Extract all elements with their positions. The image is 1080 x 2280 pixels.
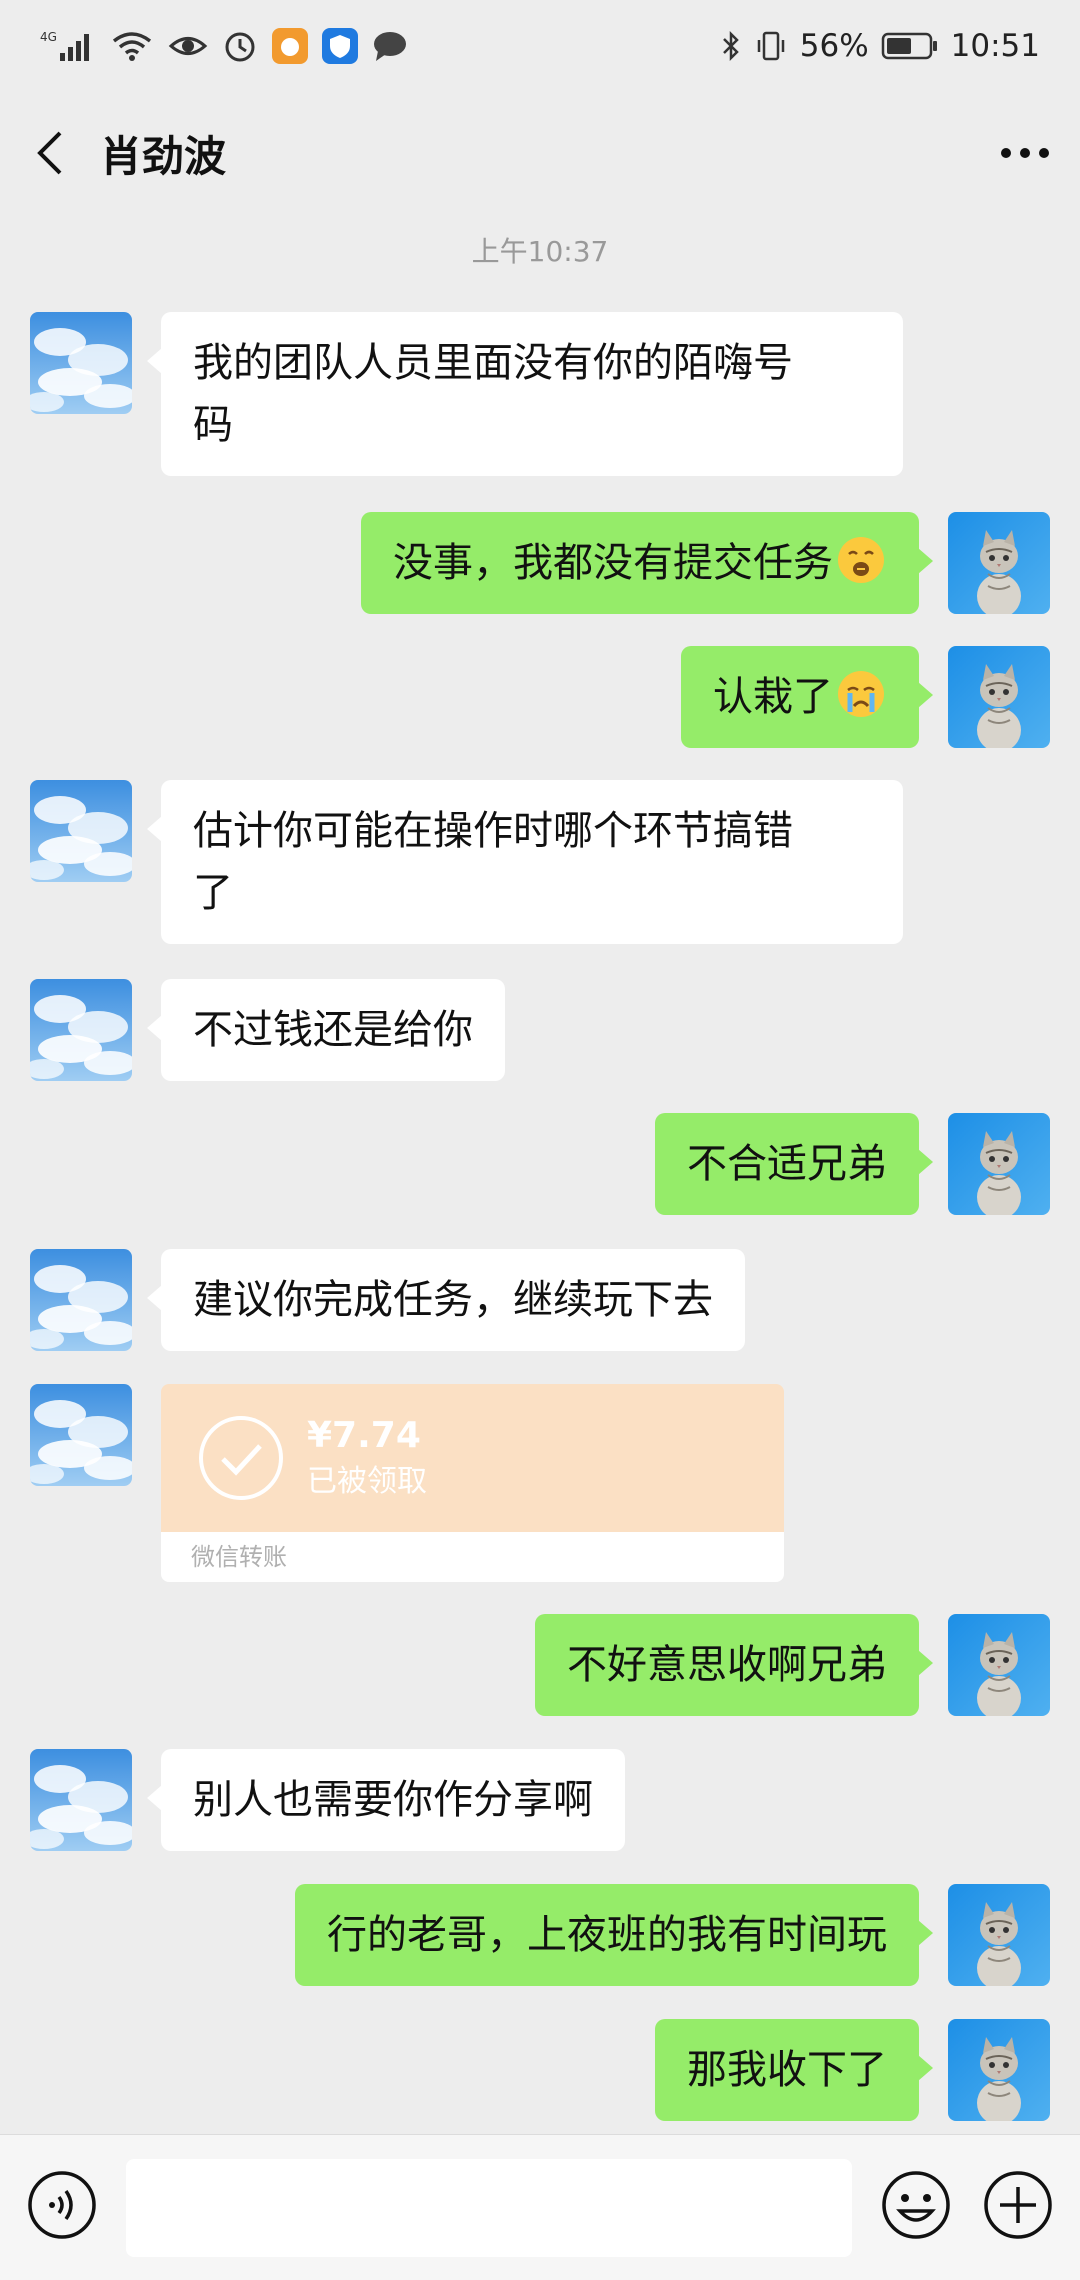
my-avatar[interactable] bbox=[948, 1113, 1050, 1215]
contact-avatar[interactable] bbox=[30, 1749, 132, 1851]
outgoing-message[interactable]: 行的老哥，上夜班的我有时间玩 bbox=[295, 1884, 933, 1986]
more-button[interactable] bbox=[970, 92, 1080, 214]
message-text: 认栽了 bbox=[713, 674, 833, 720]
vibrate-icon bbox=[754, 29, 788, 63]
plus-button[interactable] bbox=[982, 2169, 1054, 2241]
status-bar: 4G 56% 10:51 bbox=[0, 0, 1080, 92]
transfer-card[interactable]: ¥7.74 已被领取 微信转账 bbox=[161, 1384, 784, 1582]
message-line: 估计你可能在操作时哪个环节搞错 bbox=[193, 808, 793, 854]
contact-avatar[interactable] bbox=[30, 1249, 132, 1351]
signal-icon: 4G bbox=[40, 29, 96, 63]
transfer-card-body: ¥7.74 已被领取 bbox=[161, 1384, 784, 1532]
voice-icon bbox=[28, 2171, 96, 2239]
transfer-info: ¥7.74 已被领取 bbox=[307, 1412, 427, 1504]
transfer-footer: 微信转账 bbox=[161, 1532, 784, 1582]
checkmark-circle-icon bbox=[199, 1416, 283, 1500]
message-text: 那我收下了 bbox=[687, 2047, 887, 2093]
alarm-icon bbox=[222, 28, 258, 64]
transfer-amount: ¥7.74 bbox=[307, 1415, 421, 1456]
status-left: 4G bbox=[40, 28, 408, 64]
message-text: 不过钱还是给你 bbox=[193, 1007, 473, 1053]
my-avatar[interactable] bbox=[948, 1614, 1050, 1716]
network-type: 4G bbox=[40, 30, 57, 44]
outgoing-message[interactable]: 不好意思收啊兄弟 bbox=[535, 1614, 933, 1716]
title-bar: 肖劲波 bbox=[0, 92, 1080, 214]
incoming-message[interactable]: 估计你可能在操作时哪个环节搞错 了 bbox=[147, 780, 903, 944]
battery-icon bbox=[881, 31, 939, 61]
message-line: 码 bbox=[193, 402, 233, 448]
contact-avatar[interactable] bbox=[30, 312, 132, 414]
incoming-message[interactable]: 建议你完成任务，继续玩下去 bbox=[147, 1249, 745, 1351]
my-avatar[interactable] bbox=[948, 2019, 1050, 2121]
shield-app-icon bbox=[322, 28, 358, 64]
eye-icon bbox=[168, 29, 208, 63]
message-text: 别人也需要你作分享啊 bbox=[193, 1777, 593, 1823]
message-text: 不合适兄弟 bbox=[687, 1141, 887, 1187]
voice-button[interactable] bbox=[26, 2169, 98, 2241]
uc-browser-icon bbox=[272, 28, 308, 64]
transfer-status: 已被领取 bbox=[307, 1464, 427, 1499]
chevron-left-icon bbox=[37, 131, 62, 175]
chat-title: 肖劲波 bbox=[100, 131, 227, 181]
back-button[interactable] bbox=[0, 92, 100, 214]
chat-area[interactable]: 上午10:37 我的团队人员里面没有你的陌嗨号 码 没事，我都没有提交任务 认栽… bbox=[0, 214, 1080, 2134]
outgoing-message[interactable]: 那我收下了 bbox=[655, 2019, 933, 2121]
emoji-icon bbox=[882, 2171, 950, 2239]
incoming-message[interactable]: 不过钱还是给你 bbox=[147, 979, 505, 1081]
more-dots-icon bbox=[1001, 148, 1049, 158]
my-avatar[interactable] bbox=[948, 1884, 1050, 1986]
wifi-icon bbox=[110, 29, 154, 63]
contact-avatar[interactable] bbox=[30, 979, 132, 1081]
message-text: 行的老哥，上夜班的我有时间玩 bbox=[327, 1912, 887, 1958]
crying-face-emoji-icon bbox=[838, 671, 884, 717]
chat-timestamp: 上午10:37 bbox=[471, 235, 609, 268]
bluetooth-icon bbox=[720, 29, 742, 63]
contact-avatar[interactable] bbox=[30, 780, 132, 882]
message-input[interactable] bbox=[126, 2159, 852, 2257]
message-line: 我的团队人员里面没有你的陌嗨号 bbox=[193, 340, 793, 386]
message-icon bbox=[372, 29, 408, 63]
incoming-message[interactable]: 我的团队人员里面没有你的陌嗨号 码 bbox=[147, 312, 903, 476]
message-text: 建议你完成任务，继续玩下去 bbox=[193, 1277, 713, 1323]
my-avatar[interactable] bbox=[948, 512, 1050, 614]
message-text: 不好意思收啊兄弟 bbox=[567, 1642, 887, 1688]
emoji-button[interactable] bbox=[880, 2169, 952, 2241]
message-text: 没事，我都没有提交任务 bbox=[393, 540, 833, 586]
contact-avatar[interactable] bbox=[30, 1384, 132, 1486]
message-line: 了 bbox=[193, 870, 233, 916]
zipper-mouth-emoji-icon bbox=[838, 537, 884, 583]
outgoing-message[interactable]: 认栽了 bbox=[681, 646, 933, 748]
status-right: 56% 10:51 bbox=[720, 28, 1040, 64]
my-avatar[interactable] bbox=[948, 646, 1050, 748]
input-bar bbox=[0, 2134, 1080, 2280]
plus-icon bbox=[984, 2171, 1052, 2239]
clock: 10:51 bbox=[950, 28, 1040, 64]
battery-percent: 56% bbox=[799, 28, 869, 64]
outgoing-message[interactable]: 没事，我都没有提交任务 bbox=[361, 512, 933, 614]
incoming-message[interactable]: 别人也需要你作分享啊 bbox=[147, 1749, 625, 1851]
outgoing-message[interactable]: 不合适兄弟 bbox=[655, 1113, 933, 1215]
